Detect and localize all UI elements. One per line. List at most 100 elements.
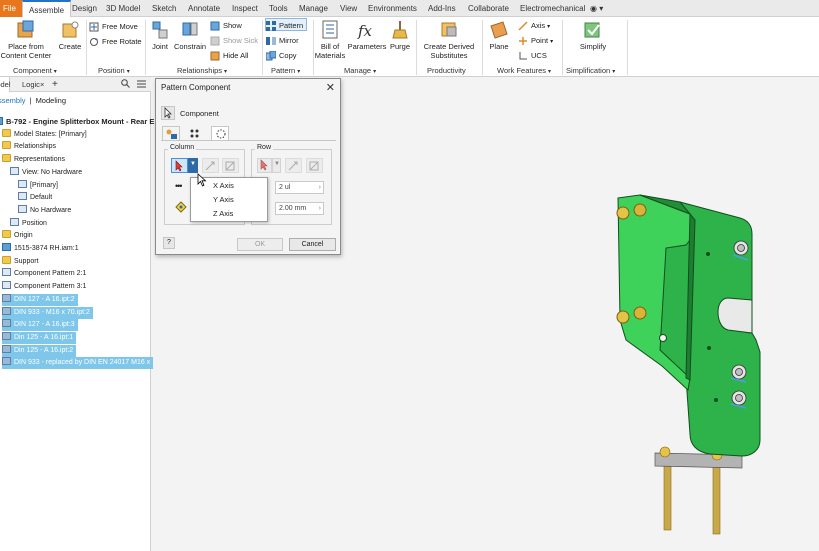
part-icon: [2, 319, 11, 328]
tree-node[interactable]: Origin: [2, 230, 33, 242]
menu-environments[interactable]: Environments: [368, 0, 417, 17]
tree-node[interactable]: No Hardware: [18, 204, 72, 217]
assembly-root-node[interactable]: B-792 - Engine Splitterbox Mount - Rear …: [0, 116, 154, 128]
tree-node-label: DIN 933 - replaced by DIN EN 24017 M16 x: [14, 359, 151, 367]
menu-annotate[interactable]: Annotate: [188, 0, 220, 17]
joint-button[interactable]: Joint: [148, 20, 172, 51]
mirror-button[interactable]: Mirror: [266, 34, 299, 47]
create-derived-substitutes-button[interactable]: Create Derived Substitutes: [418, 20, 480, 60]
show-sick-button[interactable]: Show Sick: [210, 34, 258, 47]
view-icon: [10, 217, 19, 226]
menu-file[interactable]: File: [0, 0, 22, 17]
copy-button[interactable]: Copy: [266, 49, 297, 62]
menu-manage[interactable]: Manage: [299, 0, 328, 17]
panel-pattern-label[interactable]: Pattern ▾: [271, 66, 300, 75]
menu-3d-model[interactable]: 3D Model: [106, 0, 140, 17]
show-button[interactable]: Show: [210, 19, 242, 32]
hamburger-menu-icon[interactable]: [137, 77, 146, 92]
free-rotate-button[interactable]: Free Rotate: [89, 35, 142, 48]
tab-logic[interactable]: Logic: [22, 77, 40, 92]
tree-node[interactable]: View: No Hardware: [10, 166, 82, 179]
tree-node-label: DIN 127 - A 16.ipt:2: [14, 295, 75, 303]
show-sick-icon: [210, 36, 220, 46]
add-tab-button[interactable]: +: [52, 77, 58, 92]
parameters-button[interactable]: fx Parameters: [347, 20, 387, 51]
point-button[interactable]: Point ▾: [518, 34, 553, 47]
tree-node[interactable]: Component Pattern 2:1: [2, 268, 86, 280]
menu-add-ins[interactable]: Add-Ins: [428, 0, 456, 17]
pattern-button[interactable]: Pattern: [265, 18, 308, 32]
menu-design[interactable]: Design: [72, 0, 97, 17]
tree-node-label: 1515-3874 RH.iam:1: [14, 245, 79, 252]
pattern-icon: [266, 21, 276, 32]
assembly-icon: [0, 117, 3, 125]
tree-node[interactable]: Din 125 - A 16.ipt:1: [2, 331, 77, 344]
constrain-label: Constrain: [173, 42, 207, 51]
tree-node[interactable]: Model States: [Primary]: [2, 128, 87, 141]
tab-close-icon[interactable]: ×: [40, 77, 44, 92]
panel-simplification-label[interactable]: Simplification ▾: [566, 66, 615, 75]
axis-button[interactable]: Axis ▾: [518, 19, 550, 32]
tree-node-label: Din 125 - A 16.ipt:1: [14, 333, 74, 341]
crumb-modeling[interactable]: Modeling: [36, 96, 66, 105]
menu-inspect[interactable]: Inspect: [232, 0, 258, 17]
tree-node[interactable]: Position: [10, 217, 47, 230]
menu-collaborate[interactable]: Collaborate: [468, 0, 509, 17]
tree-node-label: B-792 - Engine Splitterbox Mount - Rear …: [6, 117, 155, 126]
panel-component-label[interactable]: Component ▾: [13, 66, 57, 75]
tree-node[interactable]: Relationships: [2, 141, 56, 153]
hide-all-button[interactable]: Hide All: [210, 49, 248, 62]
show-relationships-icon: [210, 21, 220, 31]
parameters-fx-icon: fx: [357, 22, 373, 40]
menu-tools[interactable]: Tools: [269, 0, 288, 17]
tree-node[interactable]: Default: [18, 192, 52, 204]
search-icon[interactable]: [121, 77, 130, 92]
tree-node[interactable]: Support: [2, 255, 39, 268]
tree-node-label: Default: [30, 194, 53, 202]
panel-work-features-label[interactable]: Work Features ▾: [497, 66, 551, 75]
tree-node[interactable]: Component Pattern 3:1: [2, 281, 86, 293]
menu-assemble[interactable]: Assemble: [22, 0, 72, 18]
panel-relationships-label[interactable]: Relationships ▾: [177, 66, 227, 75]
svg-text:fx: fx: [357, 22, 373, 40]
purge-button[interactable]: Purge: [388, 20, 412, 51]
tree-node-label: Position: [22, 219, 47, 227]
tree-node[interactable]: DIN 127 - A 16.ipt:2: [2, 293, 78, 306]
tree-node[interactable]: Representations: [2, 154, 65, 166]
simplify-button[interactable]: Simplify: [574, 20, 612, 51]
create-component-button[interactable]: Create: [56, 20, 84, 51]
long-bolt: [663, 461, 721, 535]
free-move-button[interactable]: Free Move: [89, 20, 138, 33]
pattern-icon: [2, 281, 11, 290]
menu-electromechanical[interactable]: Electromechanical: [520, 0, 585, 17]
constrain-icon: [182, 22, 198, 36]
menu-sketch[interactable]: Sketch: [152, 0, 176, 17]
tree-node[interactable]: 1515-3874 RH.iam:1: [2, 243, 79, 255]
folder-icon: [2, 128, 11, 137]
crumb-assembly[interactable]: Assembly: [0, 96, 26, 105]
bill-of-materials-button[interactable]: Bill of Materials: [314, 20, 346, 60]
view-icon: [18, 192, 27, 201]
constrain-button[interactable]: Constrain: [173, 20, 207, 51]
panel-manage-label[interactable]: Manage ▾: [344, 66, 376, 75]
menu-overflow-icon[interactable]: ◉ ▾: [590, 0, 603, 17]
menu-view[interactable]: View: [340, 0, 357, 17]
create-label: Create: [58, 42, 82, 51]
plane-button[interactable]: Plane: [485, 20, 513, 51]
model-viewport[interactable]: [151, 77, 819, 551]
tree-node[interactable]: [Primary]: [18, 179, 58, 192]
tree-node[interactable]: DIN 127 - A 16.ipt:3: [2, 319, 78, 332]
ucs-icon: [519, 52, 527, 60]
tree-node-label: No Hardware: [30, 206, 72, 214]
joint-icon: [152, 21, 168, 39]
panel-position-label[interactable]: Position ▾: [98, 66, 130, 75]
create-component-icon: [62, 21, 79, 38]
bracket-part: [617, 194, 761, 457]
tab-model[interactable]: Model: [0, 77, 11, 92]
ucs-button[interactable]: UCS: [518, 49, 547, 62]
tree-node[interactable]: DIN 933 - M16 x 70.ipt:2: [2, 306, 93, 319]
tree-node-label: Model States: [Primary]: [14, 130, 87, 138]
tree-node[interactable]: Din 125 - A 16.ipt:2: [2, 344, 77, 357]
place-from-content-center-button[interactable]: Place from Content Center: [0, 20, 52, 60]
tree-node[interactable]: DIN 933 - replaced by DIN EN 24017 M16 x: [2, 357, 154, 370]
